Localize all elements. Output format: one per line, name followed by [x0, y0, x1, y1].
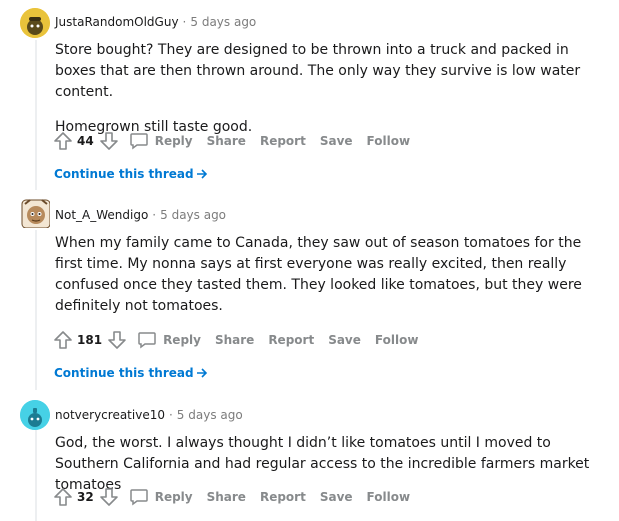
- user-avatar[interactable]: [20, 8, 50, 38]
- downvote-arrow-icon[interactable]: [107, 330, 127, 350]
- comment-body: When my family came to Canada, they saw …: [55, 233, 595, 331]
- user-avatar[interactable]: [20, 400, 50, 430]
- continue-thread-link[interactable]: Continue this thread: [54, 366, 208, 380]
- comment-paragraph: Store bought? They are designed to be th…: [55, 42, 581, 100]
- author-link[interactable]: notverycreative10: [55, 408, 165, 422]
- upvote-arrow-icon[interactable]: [53, 330, 73, 350]
- author-link[interactable]: Not_A_Wendigo: [55, 208, 148, 222]
- speech-bubble-icon: [138, 332, 156, 349]
- comment-actions: 181 Reply Share Report Save Follow: [53, 328, 418, 352]
- vote-count: 32: [77, 490, 94, 504]
- comment-meta: JustaRandomOldGuy · 5 days ago: [55, 15, 256, 29]
- comment-meta: Not_A_Wendigo · 5 days ago: [55, 208, 226, 222]
- report-button[interactable]: Report: [268, 333, 314, 347]
- comment-meta: notverycreative10 · 5 days ago: [55, 408, 243, 422]
- meta-separator: ·: [182, 15, 187, 29]
- reply-label: Reply: [154, 490, 193, 504]
- reply-label: Reply: [163, 333, 201, 347]
- speech-bubble-icon: [129, 489, 148, 506]
- save-button[interactable]: Save: [320, 134, 353, 148]
- comment-2: Not_A_Wendigo · 5 days ago When my family …: [0, 190, 619, 390]
- follow-button[interactable]: Follow: [367, 134, 411, 148]
- timestamp[interactable]: 5 days ago: [190, 15, 256, 29]
- meta-separator: ·: [152, 208, 157, 222]
- comment-actions: 44 Reply Share Report Save Follow: [53, 129, 410, 153]
- meta-separator: ·: [168, 408, 173, 422]
- save-button[interactable]: Save: [320, 490, 353, 504]
- thread-line[interactable]: [35, 40, 37, 190]
- continue-thread-link[interactable]: Continue this thread: [54, 167, 208, 181]
- follow-button[interactable]: Follow: [367, 490, 411, 504]
- vote-count: 44: [77, 134, 94, 148]
- vote-count: 181: [77, 333, 103, 347]
- share-button[interactable]: Share: [207, 134, 246, 148]
- reply-label: Reply: [154, 134, 193, 148]
- comment-paragraph: When my family came to Canada, they saw …: [55, 235, 582, 314]
- thread-line[interactable]: [35, 430, 37, 521]
- reply-button[interactable]: Reply: [129, 487, 193, 507]
- continue-thread-label: Continue this thread: [54, 366, 194, 380]
- speech-bubble-icon: [129, 133, 148, 150]
- comment-actions: 32 Reply Share Report Save Follow: [53, 485, 410, 509]
- report-button[interactable]: Report: [260, 134, 306, 148]
- downvote-arrow-icon[interactable]: [99, 131, 119, 151]
- share-button[interactable]: Share: [215, 333, 254, 347]
- arrow-right-icon: [196, 169, 207, 179]
- thread-line[interactable]: [35, 230, 37, 390]
- continue-thread-label: Continue this thread: [54, 167, 194, 181]
- save-button[interactable]: Save: [328, 333, 361, 347]
- report-button[interactable]: Report: [260, 490, 306, 504]
- follow-button[interactable]: Follow: [375, 333, 419, 347]
- author-link[interactable]: JustaRandomOldGuy: [55, 15, 179, 29]
- arrow-right-icon: [196, 368, 207, 378]
- share-button[interactable]: Share: [207, 490, 246, 504]
- comment-1: JustaRandomOldGuy · 5 days ago Store bough…: [0, 0, 619, 190]
- upvote-arrow-icon[interactable]: [53, 487, 73, 507]
- upvote-arrow-icon[interactable]: [53, 131, 73, 151]
- timestamp[interactable]: 5 days ago: [160, 208, 226, 222]
- snoo-avatar-icon: [20, 8, 50, 38]
- reply-button[interactable]: Reply: [129, 131, 193, 151]
- user-avatar[interactable]: [20, 198, 50, 228]
- snoo-avatar-icon: [21, 199, 50, 228]
- reply-button[interactable]: Reply: [137, 330, 201, 350]
- downvote-arrow-icon[interactable]: [99, 487, 119, 507]
- timestamp[interactable]: 5 days ago: [177, 408, 243, 422]
- comment-3: notverycreative10 · 5 days ago God, the wo…: [0, 390, 619, 521]
- snoo-avatar-icon: [20, 400, 50, 430]
